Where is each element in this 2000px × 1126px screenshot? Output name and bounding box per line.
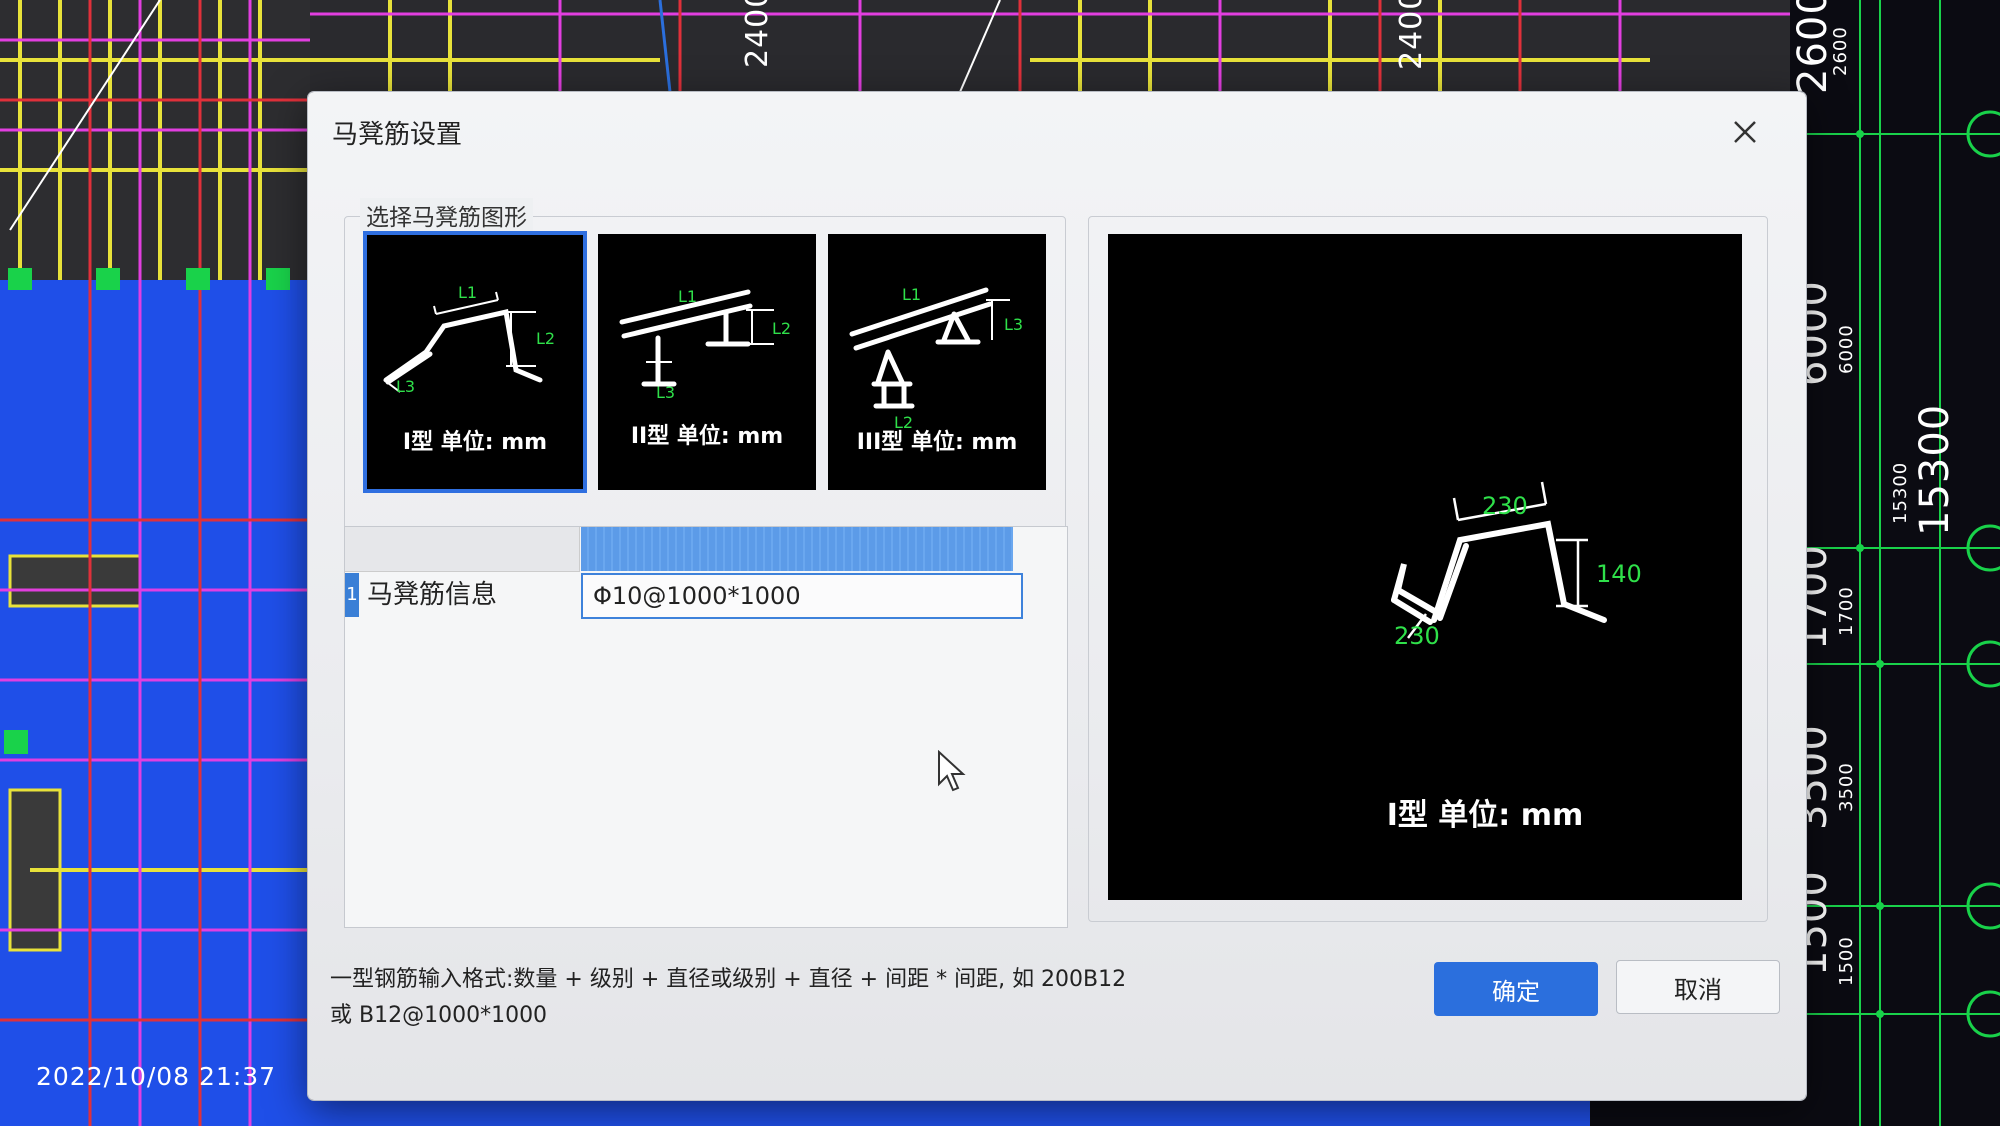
table-header-corner	[345, 527, 580, 572]
screen-timestamp: 2022/10/08 21:37	[36, 1062, 277, 1091]
stool-rebar-settings-dialog: 马凳筋设置 选择马凳筋图形 L1 L2 L3 I型 单位: mm L1 L2 L…	[308, 92, 1806, 1100]
preview-canvas: 230 140 230 I型 单位: mm	[1108, 234, 1742, 900]
cad-dimension-label: 2600	[1830, 26, 1851, 76]
row-label: 马凳筋信息	[367, 580, 498, 610]
cad-dimension-label: 2400	[1394, 0, 1429, 70]
preview-dim-top: 230	[1482, 492, 1528, 520]
cad-dimension-label: 15300	[1890, 461, 1911, 524]
type-2-dim-l3: L3	[656, 383, 675, 402]
type-1-dim-l3: L3	[396, 377, 415, 396]
type-2-label: II型 单位: mm	[630, 424, 784, 449]
shape-option-type-3[interactable]: L1 L3 L2 III型 单位: mm	[828, 234, 1046, 490]
input-format-hint: 一型钢筋输入格式:数量 + 级别 + 直径或级别 + 直径 + 间距 * 间距,…	[330, 962, 1290, 1034]
type-1-dim-l1: L1	[458, 283, 477, 302]
cad-dimension-label: 15300	[1912, 403, 1958, 536]
preview-dim-foot: 230	[1394, 622, 1440, 650]
stool-rebar-info-input[interactable]: Φ10@1000*1000	[581, 573, 1023, 619]
dialog-title: 马凳筋设置	[332, 120, 463, 150]
type-3-label: III型 单位: mm	[856, 430, 1018, 455]
table-header-column[interactable]	[581, 527, 1013, 571]
preview-label: I型 单位: mm	[1386, 798, 1584, 833]
stool-rebar-info-table: 1 马凳筋信息 Φ10@1000*1000	[344, 526, 1068, 928]
row-number[interactable]: 1	[345, 573, 359, 617]
type-3-dim-l3: L3	[1004, 315, 1023, 334]
type-2-dim-l2: L2	[772, 319, 791, 338]
type-3-dim-l1: L1	[902, 285, 921, 304]
cad-dimension-label: 1500	[1836, 936, 1857, 986]
cad-dimension-label: 6000	[1836, 324, 1857, 374]
type-1-dim-l2: L2	[536, 329, 555, 348]
hint-line-1: 一型钢筋输入格式:数量 + 级别 + 直径或级别 + 直径 + 间距 * 间距,…	[330, 967, 1127, 992]
type-1-label: I型 单位: mm	[402, 430, 548, 455]
type-2-diagram: L1 L2 L3	[619, 287, 791, 402]
cad-dimension-label: 1700	[1836, 586, 1857, 636]
type-2-dim-l1: L1	[678, 287, 697, 306]
hint-line-2: 或 B12@1000*1000	[330, 1003, 548, 1028]
shape-option-type-1[interactable]: L1 L2 L3 I型 单位: mm	[363, 231, 587, 493]
shape-group-label: 选择马凳筋图形	[360, 198, 533, 232]
shape-option-type-2[interactable]: L1 L2 L3 II型 单位: mm	[598, 234, 816, 490]
cancel-button[interactable]: 取消	[1616, 960, 1780, 1014]
preview-dim-height: 140	[1596, 560, 1642, 588]
ok-button[interactable]: 确定	[1434, 962, 1598, 1016]
cad-dimension-label: 3500	[1836, 762, 1857, 812]
close-button[interactable]	[1725, 112, 1765, 152]
cad-dimension-label: 2400	[740, 0, 775, 68]
mouse-pointer-icon	[938, 750, 966, 792]
close-icon	[1734, 121, 1756, 143]
